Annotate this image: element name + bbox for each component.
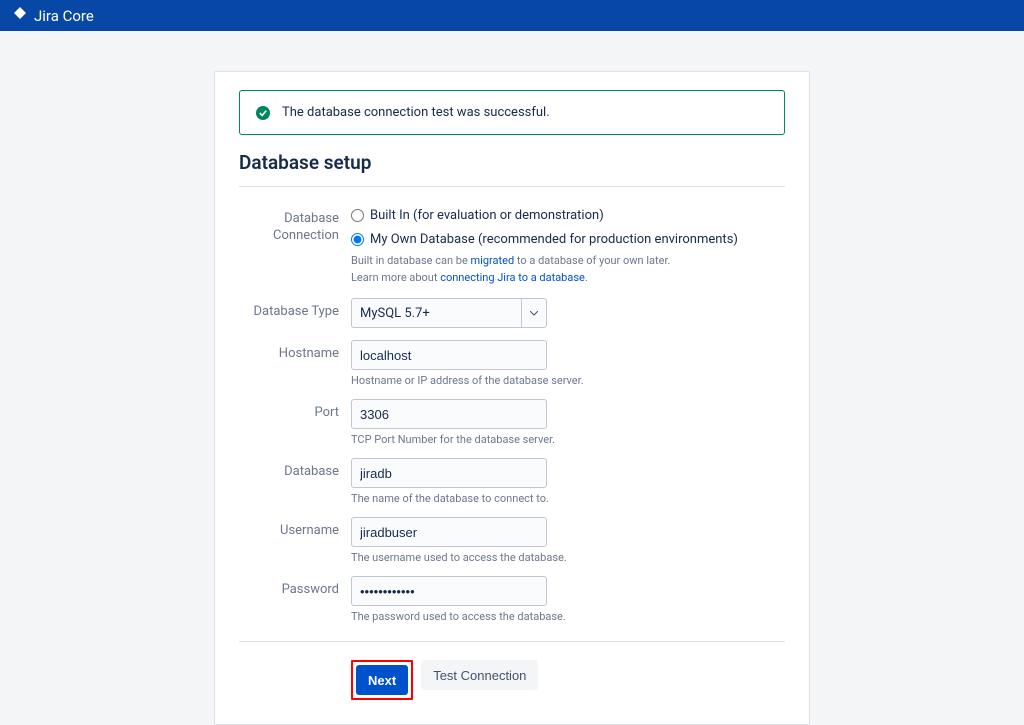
main-content: The database connection test was success…: [0, 31, 1024, 725]
field-username: The username used to access the database…: [351, 517, 785, 564]
link-docs[interactable]: connecting Jira to a database: [440, 271, 585, 284]
label-db-type: Database Type: [239, 298, 351, 321]
label-hostname: Hostname: [239, 340, 351, 363]
field-port: TCP Port Number for the database server.: [351, 399, 785, 446]
title-divider: [239, 186, 785, 187]
link-migrated[interactable]: migrated: [471, 254, 515, 267]
next-highlight: Next: [351, 660, 413, 700]
test-connection-button[interactable]: Test Connection: [421, 660, 538, 690]
row-database: Database The name of the database to con…: [239, 458, 785, 505]
db-type-value: MySQL 5.7+: [351, 298, 521, 328]
success-message: The database connection test was success…: [282, 105, 550, 120]
port-hint: TCP Port Number for the database server.: [351, 433, 785, 446]
setup-panel: The database connection test was success…: [214, 71, 810, 725]
label-password: Password: [239, 576, 351, 599]
port-input[interactable]: [351, 399, 547, 429]
label-port: Port: [239, 399, 351, 422]
db-type-select[interactable]: MySQL 5.7+: [351, 298, 547, 328]
hostname-input[interactable]: [351, 340, 547, 370]
app-header: Jira Core: [0, 0, 1024, 31]
label-database: Database: [239, 458, 351, 481]
hostname-hint: Hostname or IP address of the database s…: [351, 374, 785, 387]
product-name: Jira Core: [34, 7, 94, 25]
radio-own-db[interactable]: My Own Database (recommended for product…: [351, 229, 785, 249]
field-db-connection: Built In (for evaluation or demonstratio…: [351, 205, 785, 286]
field-database: The name of the database to connect to.: [351, 458, 785, 505]
password-hint: The password used to access the database…: [351, 610, 785, 623]
row-db-connection: Database Connection Built In (for evalua…: [239, 205, 785, 286]
success-banner: The database connection test was success…: [239, 90, 785, 135]
radio-builtin[interactable]: Built In (for evaluation or demonstratio…: [351, 205, 785, 225]
row-port: Port TCP Port Number for the database se…: [239, 399, 785, 446]
radio-own-db-input[interactable]: [351, 233, 364, 246]
row-username: Username The username used to access the…: [239, 517, 785, 564]
database-hint: The name of the database to connect to.: [351, 492, 785, 505]
database-input[interactable]: [351, 458, 547, 488]
username-hint: The username used to access the database…: [351, 551, 785, 564]
page-title: Database setup: [239, 151, 785, 174]
radio-own-db-label: My Own Database (recommended for product…: [370, 232, 738, 247]
product-logo: Jira Core: [12, 6, 94, 26]
field-password: The password used to access the database…: [351, 576, 785, 623]
label-db-connection: Database Connection: [239, 205, 351, 245]
button-row: Next Test Connection: [239, 641, 785, 700]
db-connection-hint: Built in database can be migrated to a d…: [351, 253, 785, 286]
field-hostname: Hostname or IP address of the database s…: [351, 340, 785, 387]
row-password: Password The password used to access the…: [239, 576, 785, 623]
success-icon: [256, 106, 270, 120]
row-db-type: Database Type MySQL 5.7+: [239, 298, 785, 328]
password-input[interactable]: [351, 576, 547, 606]
radio-builtin-label: Built In (for evaluation or demonstratio…: [370, 208, 604, 223]
chevron-down-icon[interactable]: [521, 298, 547, 328]
username-input[interactable]: [351, 517, 547, 547]
field-db-type: MySQL 5.7+: [351, 298, 785, 328]
row-hostname: Hostname Hostname or IP address of the d…: [239, 340, 785, 387]
radio-builtin-input[interactable]: [351, 209, 364, 222]
next-button[interactable]: Next: [356, 665, 408, 695]
label-username: Username: [239, 517, 351, 540]
jira-icon: [12, 6, 28, 26]
